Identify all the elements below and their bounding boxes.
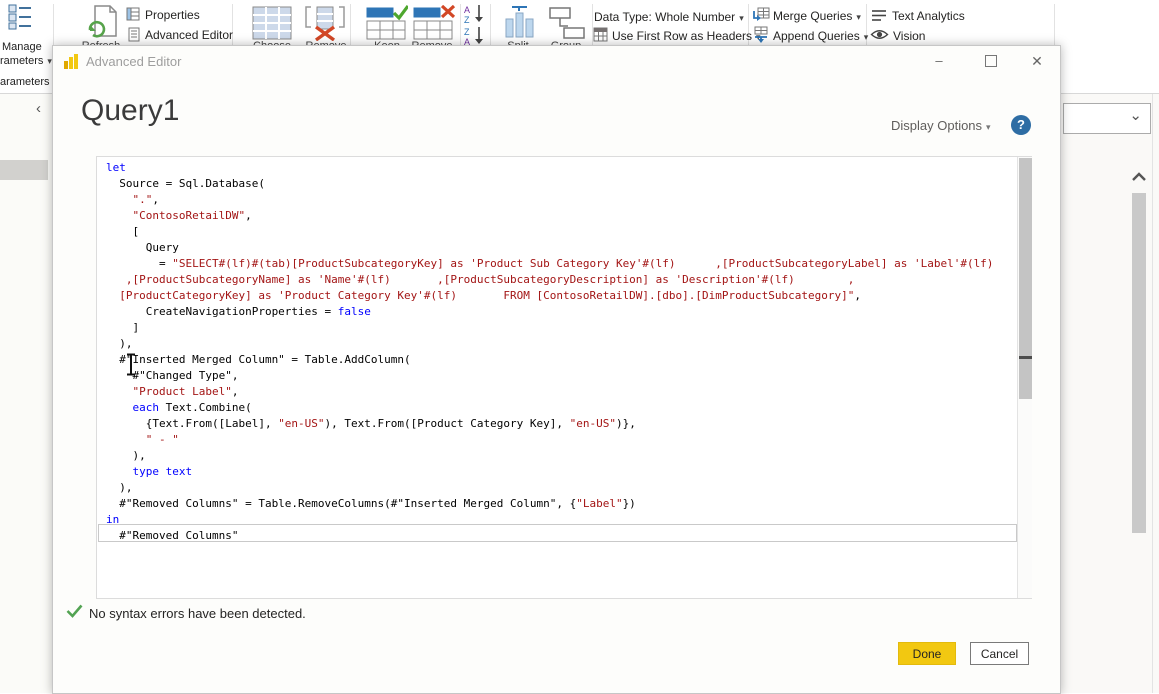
manage-parameters-button[interactable]: Manage [2, 41, 42, 53]
display-options-dropdown[interactable]: Display Options▾ [891, 118, 991, 133]
syntax-ok-check-icon [66, 604, 83, 622]
text-cursor-ibeam-icon [125, 353, 137, 381]
append-queries-button[interactable]: Append Queries▾ [773, 29, 868, 43]
syntax-status-message: No syntax errors have been detected. [89, 606, 306, 621]
dialog-title: Advanced Editor [86, 54, 181, 69]
editor-scrollbar-track[interactable] [1017, 157, 1032, 598]
cancel-button[interactable]: Cancel [970, 642, 1029, 665]
text-analytics-button[interactable]: Text Analytics [892, 9, 965, 23]
pane-border [1152, 94, 1153, 693]
background-dropdown[interactable]: ⌄ [1063, 103, 1151, 134]
svg-text:Z: Z [464, 15, 470, 24]
caret-down-icon: ▾ [856, 12, 861, 22]
advanced-editor-dialog: Advanced Editor – ✕ Query1 Display Optio… [52, 45, 1061, 694]
m-code-text[interactable]: let Source = Sql.Database( ".", "Contoso… [106, 160, 993, 544]
caret-down-icon: ▾ [864, 32, 869, 42]
properties-button[interactable]: Properties [145, 8, 200, 22]
queries-pane-collapsed: ‹ [0, 94, 52, 693]
data-type-button[interactable]: Data Type: Whole Number▾ [594, 10, 744, 24]
text-analytics-icon [871, 9, 887, 27]
use-first-row-button[interactable]: Use First Row as Headers▾ [612, 29, 761, 43]
maximize-button[interactable] [981, 52, 1001, 70]
scroll-up-arrow-icon[interactable] [1131, 170, 1147, 182]
merge-queries-icon [752, 7, 770, 28]
vertical-scrollbar-thumb[interactable] [1132, 193, 1146, 533]
m-code-editor[interactable]: let Source = Sql.Database( ".", "Contoso… [96, 156, 1032, 599]
settings-pane-background: ⌄ [1060, 94, 1159, 693]
selected-query-bar[interactable] [0, 160, 48, 180]
query-name-heading: Query1 [81, 94, 179, 128]
merge-queries-button[interactable]: Merge Queries▾ [773, 9, 861, 23]
vision-button[interactable]: Vision [893, 29, 925, 43]
current-line-highlight [98, 524, 1017, 542]
manage-parameters-icon[interactable] [6, 2, 34, 35]
properties-icon [126, 7, 140, 26]
dialog-titlebar[interactable]: Advanced Editor – ✕ [53, 46, 1060, 76]
svg-text:A: A [464, 5, 470, 15]
editor-scrollbar-thumb[interactable] [1019, 158, 1032, 399]
editor-scrollbar-marker [1019, 356, 1032, 359]
help-icon[interactable]: ? [1011, 115, 1031, 135]
caret-down-icon: ▾ [986, 122, 991, 132]
advanced-editor-icon [128, 27, 140, 47]
close-button[interactable]: ✕ [1027, 52, 1047, 70]
manage-parameters-button-line2[interactable]: rameters▾ [0, 55, 52, 67]
refresh-preview-icon[interactable] [84, 4, 120, 45]
vision-icon [870, 28, 889, 46]
parameters-group-label: arameters [0, 76, 50, 88]
powerbi-logo-icon [63, 53, 80, 75]
power-query-editor-window: Manage rameters▾ arameters Refresh Prope [0, 0, 1159, 693]
collapse-pane-chevron-icon[interactable]: ‹ [36, 100, 41, 117]
caret-down-icon: ▾ [739, 13, 744, 23]
minimize-button[interactable]: – [929, 52, 949, 70]
use-first-row-icon [593, 27, 608, 47]
advanced-editor-button[interactable]: Advanced Editor [145, 28, 233, 42]
svg-text:Z: Z [464, 27, 470, 37]
chevron-down-icon: ⌄ [1129, 106, 1142, 124]
done-button[interactable]: Done [898, 642, 956, 665]
